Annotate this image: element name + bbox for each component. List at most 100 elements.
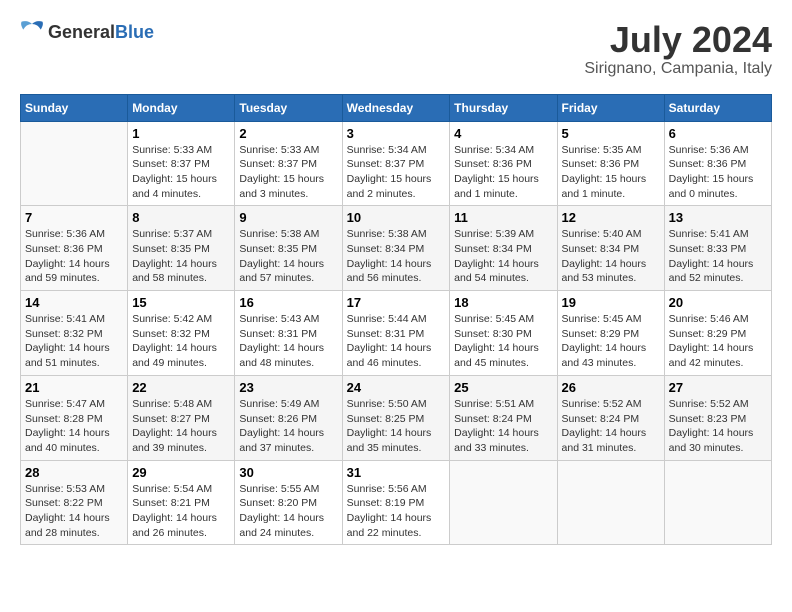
day-number: 9 [239,210,337,225]
calendar-cell [450,460,557,545]
day-number: 25 [454,380,552,395]
cell-info: Sunrise: 5:50 AMSunset: 8:25 PMDaylight:… [347,397,446,456]
day-number: 13 [669,210,767,225]
cell-info: Sunrise: 5:54 AMSunset: 8:21 PMDaylight:… [132,482,230,541]
weekday-header-thursday: Thursday [450,94,557,121]
cell-info: Sunrise: 5:39 AMSunset: 8:34 PMDaylight:… [454,227,552,286]
month-year-title: July 2024 [584,20,772,60]
cell-info: Sunrise: 5:35 AMSunset: 8:36 PMDaylight:… [562,143,660,202]
day-number: 6 [669,126,767,141]
weekday-header-wednesday: Wednesday [342,94,450,121]
day-number: 10 [347,210,446,225]
calendar-cell: 14 Sunrise: 5:41 AMSunset: 8:32 PMDayligh… [21,291,128,376]
cell-info: Sunrise: 5:43 AMSunset: 8:31 PMDaylight:… [239,312,337,371]
calendar-cell: 29 Sunrise: 5:54 AMSunset: 8:21 PMDayligh… [128,460,235,545]
calendar-cell: 22 Sunrise: 5:48 AMSunset: 8:27 PMDayligh… [128,375,235,460]
cell-info: Sunrise: 5:37 AMSunset: 8:35 PMDaylight:… [132,227,230,286]
day-number: 31 [347,465,446,480]
logo-icon [20,20,44,44]
calendar-cell: 4Sunrise: 5:34 AMSunset: 8:36 PMDaylight… [450,121,557,206]
title-block: July 2024 Sirignano, Campania, Italy [584,20,772,78]
day-number: 12 [562,210,660,225]
calendar-cell: 18 Sunrise: 5:45 AMSunset: 8:30 PMDayligh… [450,291,557,376]
weekday-header-friday: Friday [557,94,664,121]
weekday-header-saturday: Saturday [664,94,771,121]
calendar-cell: 31 Sunrise: 5:56 AMSunset: 8:19 PMDayligh… [342,460,450,545]
calendar-cell: 28 Sunrise: 5:53 AMSunset: 8:22 PMDayligh… [21,460,128,545]
day-number: 16 [239,295,337,310]
cell-info: Sunrise: 5:56 AMSunset: 8:19 PMDaylight:… [347,482,446,541]
calendar-cell: 13 Sunrise: 5:41 AMSunset: 8:33 PMDayligh… [664,206,771,291]
day-number: 19 [562,295,660,310]
weekday-header-monday: Monday [128,94,235,121]
day-number: 3 [347,126,446,141]
cell-info: Sunrise: 5:44 AMSunset: 8:31 PMDaylight:… [347,312,446,371]
calendar-cell: 27 Sunrise: 5:52 AMSunset: 8:23 PMDayligh… [664,375,771,460]
calendar-cell: 8Sunrise: 5:37 AMSunset: 8:35 PMDaylight… [128,206,235,291]
cell-info: Sunrise: 5:41 AMSunset: 8:33 PMDaylight:… [669,227,767,286]
day-number: 26 [562,380,660,395]
cell-info: Sunrise: 5:38 AMSunset: 8:34 PMDaylight:… [347,227,446,286]
weekday-header-sunday: Sunday [21,94,128,121]
cell-info: Sunrise: 5:33 AMSunset: 8:37 PMDaylight:… [132,143,230,202]
day-number: 18 [454,295,552,310]
cell-info: Sunrise: 5:52 AMSunset: 8:24 PMDaylight:… [562,397,660,456]
cell-info: Sunrise: 5:51 AMSunset: 8:24 PMDaylight:… [454,397,552,456]
day-number: 5 [562,126,660,141]
weekday-header-row: SundayMondayTuesdayWednesdayThursdayFrid… [21,94,772,121]
day-number: 27 [669,380,767,395]
calendar-week-row: 7Sunrise: 5:36 AMSunset: 8:36 PMDaylight… [21,206,772,291]
calendar-cell: 12 Sunrise: 5:40 AMSunset: 8:34 PMDayligh… [557,206,664,291]
day-number: 2 [239,126,337,141]
calendar-week-row: 21Sunrise: 5:47 AMSunset: 8:28 PMDayligh… [21,375,772,460]
day-number: 1 [132,126,230,141]
calendar-cell: 19 Sunrise: 5:45 AMSunset: 8:29 PMDayligh… [557,291,664,376]
calendar-cell: 9 Sunrise: 5:38 AMSunset: 8:35 PMDaylight… [235,206,342,291]
day-number: 14 [25,295,123,310]
cell-info: Sunrise: 5:38 AMSunset: 8:35 PMDaylight:… [239,227,337,286]
calendar-cell: 23 Sunrise: 5:49 AMSunset: 8:26 PMDayligh… [235,375,342,460]
day-number: 7 [25,210,123,225]
calendar-table: SundayMondayTuesdayWednesdayThursdayFrid… [20,94,772,546]
day-number: 29 [132,465,230,480]
cell-info: Sunrise: 5:45 AMSunset: 8:29 PMDaylight:… [562,312,660,371]
calendar-cell: 16 Sunrise: 5:43 AMSunset: 8:31 PMDayligh… [235,291,342,376]
calendar-cell: 3 Sunrise: 5:34 AMSunset: 8:37 PMDaylight… [342,121,450,206]
logo-blue: Blue [115,22,154,42]
day-number: 23 [239,380,337,395]
calendar-cell: 2 Sunrise: 5:33 AMSunset: 8:37 PMDaylight… [235,121,342,206]
cell-info: Sunrise: 5:41 AMSunset: 8:32 PMDaylight:… [25,312,123,371]
day-number: 30 [239,465,337,480]
cell-info: Sunrise: 5:52 AMSunset: 8:23 PMDaylight:… [669,397,767,456]
logo-general: General [48,22,115,42]
cell-info: Sunrise: 5:48 AMSunset: 8:27 PMDaylight:… [132,397,230,456]
calendar-cell: 11Sunrise: 5:39 AMSunset: 8:34 PMDayligh… [450,206,557,291]
day-number: 24 [347,380,446,395]
calendar-cell [664,460,771,545]
page-header: GeneralBlue July 2024 Sirignano, Campani… [20,20,772,78]
day-number: 4 [454,126,552,141]
day-number: 21 [25,380,123,395]
calendar-week-row: 1 Sunrise: 5:33 AMSunset: 8:37 PMDaylight… [21,121,772,206]
calendar-cell: 5 Sunrise: 5:35 AMSunset: 8:36 PMDaylight… [557,121,664,206]
calendar-cell: 17Sunrise: 5:44 AMSunset: 8:31 PMDayligh… [342,291,450,376]
calendar-week-row: 28 Sunrise: 5:53 AMSunset: 8:22 PMDayligh… [21,460,772,545]
cell-info: Sunrise: 5:55 AMSunset: 8:20 PMDaylight:… [239,482,337,541]
calendar-cell: 20Sunrise: 5:46 AMSunset: 8:29 PMDayligh… [664,291,771,376]
cell-info: Sunrise: 5:49 AMSunset: 8:26 PMDaylight:… [239,397,337,456]
cell-info: Sunrise: 5:34 AMSunset: 8:37 PMDaylight:… [347,143,446,202]
location-subtitle: Sirignano, Campania, Italy [584,60,772,78]
logo: GeneralBlue [20,20,154,44]
cell-info: Sunrise: 5:42 AMSunset: 8:32 PMDaylight:… [132,312,230,371]
cell-info: Sunrise: 5:45 AMSunset: 8:30 PMDaylight:… [454,312,552,371]
calendar-cell: 30 Sunrise: 5:55 AMSunset: 8:20 PMDayligh… [235,460,342,545]
cell-info: Sunrise: 5:40 AMSunset: 8:34 PMDaylight:… [562,227,660,286]
cell-info: Sunrise: 5:46 AMSunset: 8:29 PMDaylight:… [669,312,767,371]
calendar-cell: 25 Sunrise: 5:51 AMSunset: 8:24 PMDayligh… [450,375,557,460]
day-number: 28 [25,465,123,480]
cell-info: Sunrise: 5:33 AMSunset: 8:37 PMDaylight:… [239,143,337,202]
cell-info: Sunrise: 5:53 AMSunset: 8:22 PMDaylight:… [25,482,123,541]
logo-text: GeneralBlue [48,22,154,43]
day-number: 22 [132,380,230,395]
calendar-cell: 21Sunrise: 5:47 AMSunset: 8:28 PMDayligh… [21,375,128,460]
